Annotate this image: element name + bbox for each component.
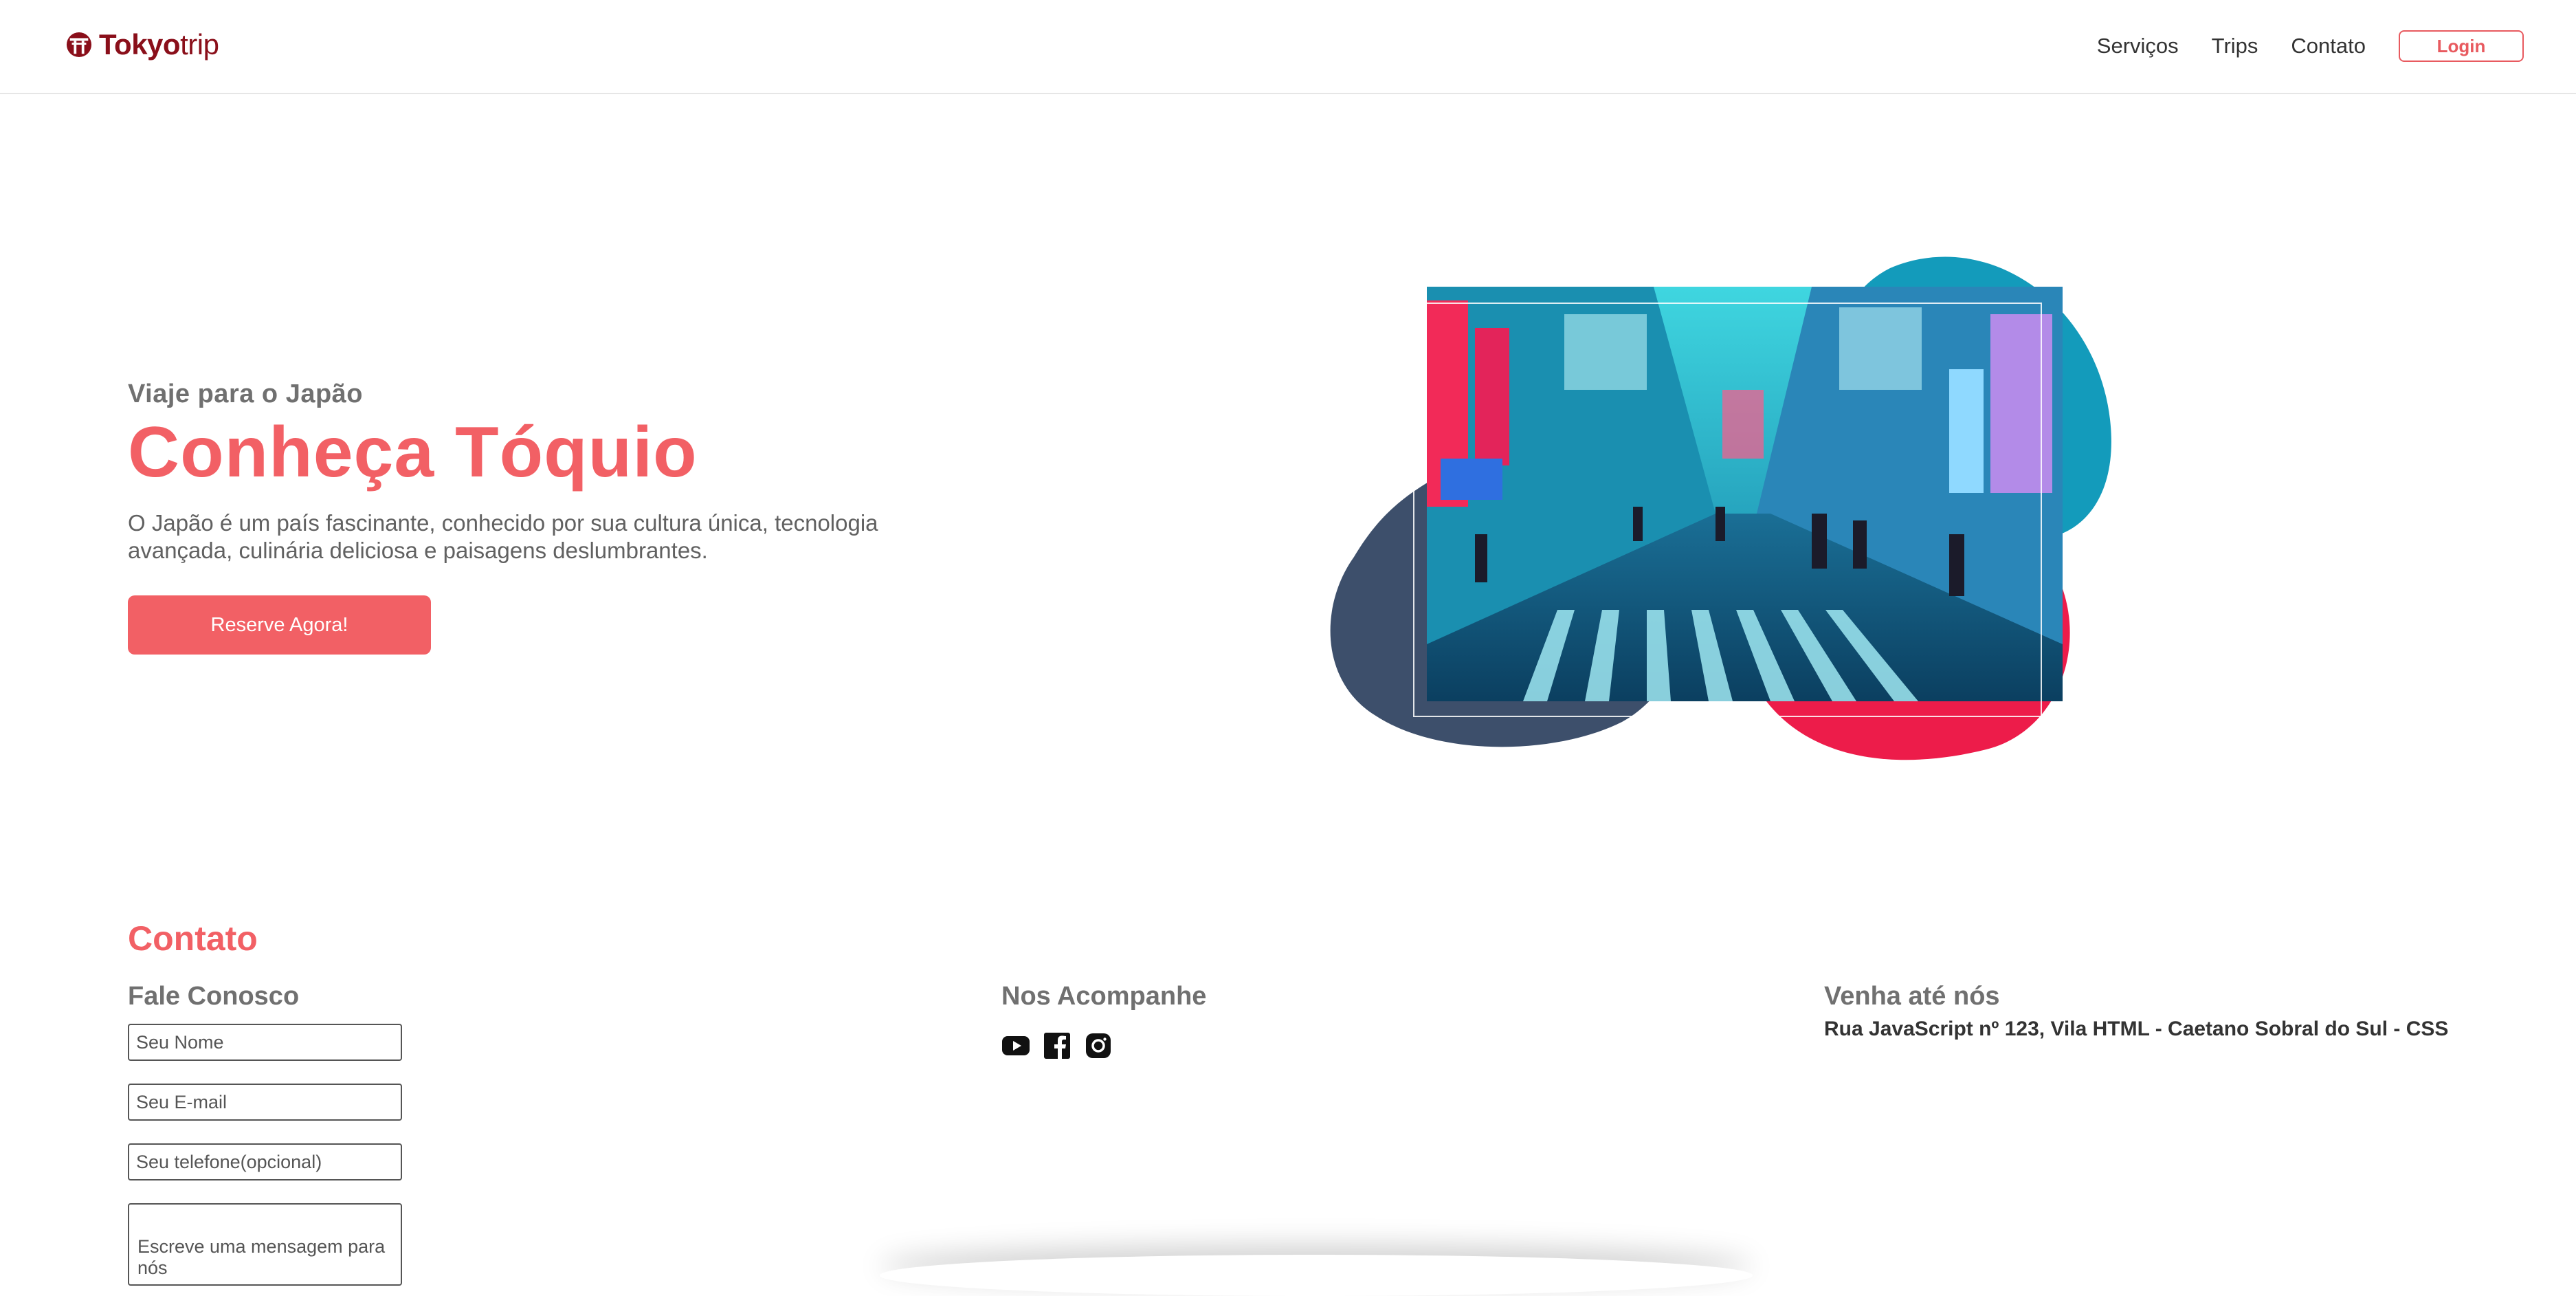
reserve-button[interactable]: Reserve Agora! bbox=[128, 595, 431, 655]
nav-item-trips[interactable]: Trips bbox=[2212, 34, 2258, 58]
hero-description: O Japão é um país fascinante, conhecido … bbox=[128, 510, 878, 563]
brand-logo[interactable]: Tokyotrip bbox=[66, 26, 219, 63]
hero-eyebrow: Viaje para o Japão bbox=[128, 380, 364, 408]
youtube-icon[interactable] bbox=[1001, 1031, 1030, 1060]
photo-frame-outline bbox=[1413, 303, 2042, 717]
instagram-icon[interactable] bbox=[1084, 1031, 1113, 1060]
nav-item-servicos[interactable]: Serviços bbox=[2097, 34, 2179, 58]
floating-panel-edge bbox=[880, 1255, 1753, 1296]
main-nav: Serviços Trips Contato Login bbox=[2097, 26, 2524, 66]
brand-name: Tokyotrip bbox=[99, 28, 219, 61]
email-field[interactable] bbox=[128, 1084, 402, 1121]
social-links bbox=[1001, 1031, 1113, 1060]
brand-name-light: trip bbox=[180, 28, 219, 61]
contact-title: Contato bbox=[128, 919, 258, 958]
hero-illustration bbox=[1326, 248, 2179, 770]
social-title: Nos Acompanhe bbox=[1001, 982, 1207, 1011]
contact-form-title: Fale Conosco bbox=[128, 982, 300, 1011]
brand-name-bold: Tokyo bbox=[99, 28, 181, 61]
name-field[interactable] bbox=[128, 1024, 402, 1061]
message-field[interactable] bbox=[128, 1203, 402, 1286]
torii-gate-icon bbox=[66, 32, 92, 58]
hero-title: Conheça Tóquio bbox=[128, 413, 698, 492]
login-button[interactable]: Login bbox=[2399, 30, 2524, 62]
hero-text: Viaje para o Japão Conheça Tóquio O Japã… bbox=[128, 380, 953, 564]
phone-field[interactable] bbox=[128, 1143, 402, 1180]
site-header: Tokyotrip Serviços Trips Contato Login bbox=[0, 0, 2576, 94]
location-title: Venha até nós bbox=[1824, 982, 2000, 1011]
address-text: Rua JavaScript nº 123, Vila HTML - Caeta… bbox=[1824, 1018, 2449, 1040]
facebook-icon[interactable] bbox=[1043, 1031, 1072, 1060]
nav-item-contato[interactable]: Contato bbox=[2291, 34, 2366, 58]
